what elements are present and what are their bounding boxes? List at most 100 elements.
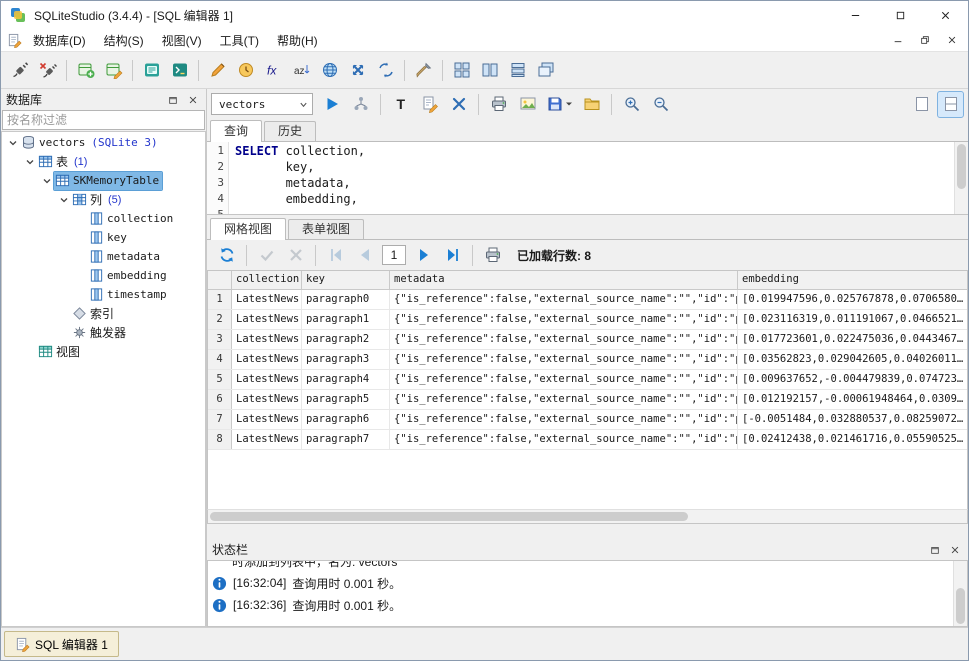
minimize-button[interactable] (833, 1, 878, 29)
tree-item-views-group[interactable]: 视图 (2, 342, 205, 361)
tree-item-column-timestamp[interactable]: timestamp (2, 285, 205, 304)
sql-editor[interactable]: 12345 SELECT collection, key, metadata, … (207, 142, 968, 215)
page-number-box[interactable]: 1 (382, 245, 406, 265)
grid-horizontal-scrollbar[interactable] (207, 509, 968, 524)
splitter-handle[interactable] (207, 524, 968, 539)
cell[interactable]: paragraph3 (302, 350, 390, 369)
export-results-button[interactable] (514, 91, 541, 118)
format-sql-button[interactable]: T (387, 91, 414, 118)
configuration-button[interactable] (410, 57, 437, 84)
child-restore-button[interactable] (912, 32, 937, 49)
row-number[interactable]: 2 (208, 310, 232, 329)
menu-view[interactable]: 视图(V) (153, 29, 211, 51)
scrollbar-thumb[interactable] (957, 144, 966, 189)
close-panel-button[interactable] (946, 542, 963, 557)
cell[interactable]: LatestNews (232, 410, 302, 429)
expander-icon[interactable] (6, 136, 20, 150)
disconnect-database-button[interactable] (34, 57, 61, 84)
edit-sql-button[interactable] (416, 91, 443, 118)
cell[interactable]: [0.03562823,0.029042605,0.04026011… (738, 350, 967, 369)
connect-database-button[interactable] (6, 57, 33, 84)
layout-split-button[interactable] (937, 91, 964, 118)
close-panel-button[interactable] (184, 92, 201, 107)
cell[interactable]: paragraph7 (302, 430, 390, 449)
cell[interactable]: LatestNews (232, 430, 302, 449)
tree-filter-input[interactable] (2, 110, 205, 130)
tree-item-columns-group[interactable]: 列(5) (2, 190, 205, 209)
cell[interactable]: {"is_reference":false,"external_source_n… (390, 350, 738, 369)
child-close-button[interactable] (939, 32, 964, 49)
edit-database-button[interactable] (100, 57, 127, 84)
row-number[interactable]: 5 (208, 370, 232, 389)
tree-item-indexes-group[interactable]: 索引 (2, 304, 205, 323)
row-number[interactable]: 4 (208, 350, 232, 369)
cell[interactable]: LatestNews (232, 350, 302, 369)
cell[interactable]: {"is_reference":false,"external_source_n… (390, 330, 738, 349)
cell[interactable]: {"is_reference":false,"external_source_n… (390, 310, 738, 329)
zoom-in-button[interactable] (618, 91, 645, 118)
child-minimize-button[interactable] (885, 32, 910, 49)
cell[interactable]: LatestNews (232, 330, 302, 349)
tree-item-tables-group[interactable]: 表(1) (2, 152, 205, 171)
scrollbar-thumb[interactable] (210, 512, 688, 521)
column-header-key[interactable]: key (302, 271, 390, 289)
import-button[interactable] (316, 57, 343, 84)
tile-horizontal-button[interactable] (504, 57, 531, 84)
float-panel-button[interactable] (926, 542, 943, 557)
zoom-out-button[interactable] (647, 91, 674, 118)
row-number[interactable]: 6 (208, 390, 232, 409)
cell[interactable]: [0.02412438,0.021461716,0.05590525… (738, 430, 967, 449)
save-sql-button[interactable] (543, 91, 576, 118)
cell[interactable]: [0.019947596,0.025767878,0.0706580… (738, 290, 967, 309)
cell[interactable]: [0.017723601,0.022475036,0.0443467… (738, 330, 967, 349)
add-database-button[interactable] (72, 57, 99, 84)
scrollbar-thumb[interactable] (956, 588, 965, 624)
expander-icon[interactable] (23, 155, 37, 169)
status-vertical-scrollbar[interactable] (953, 561, 967, 626)
tile-vertical-button[interactable] (476, 57, 503, 84)
prev-row-button[interactable] (351, 242, 378, 269)
tree-item-table-skmemorytable[interactable]: SKMemoryTable (2, 171, 205, 190)
menu-help[interactable]: 帮助(H) (268, 29, 327, 51)
clear-editor-button[interactable] (445, 91, 472, 118)
tab-query[interactable]: 查询 (210, 120, 262, 142)
cell[interactable]: paragraph0 (302, 290, 390, 309)
app-logo-icon[interactable] (10, 7, 26, 23)
open-sql-editor-button[interactable] (138, 57, 165, 84)
expander-icon[interactable] (57, 193, 71, 207)
menu-database[interactable]: 数据库(D) (24, 29, 95, 51)
database-combo[interactable]: vectors (211, 93, 313, 115)
cell[interactable]: [0.009637652,-0.004479839,0.074723… (738, 370, 967, 389)
cell[interactable]: LatestNews (232, 310, 302, 329)
print-button[interactable] (479, 242, 506, 269)
column-header-collection[interactable]: collection (232, 271, 302, 289)
menu-structure[interactable]: 结构(S) (95, 29, 153, 51)
sql-code[interactable]: SELECT collection, key, metadata, embedd… (229, 142, 968, 214)
function-editor-button[interactable]: fx (260, 57, 287, 84)
taskbar-tab-sql-editor-1[interactable]: SQL 编辑器 1 (4, 631, 119, 657)
cell[interactable]: paragraph6 (302, 410, 390, 429)
cell[interactable]: paragraph2 (302, 330, 390, 349)
column-header-embedding[interactable]: embedding (738, 271, 968, 289)
cell[interactable]: {"is_reference":false,"external_source_n… (390, 290, 738, 309)
first-row-button[interactable] (322, 242, 349, 269)
execute-query-button[interactable] (318, 91, 345, 118)
cell[interactable]: LatestNews (232, 370, 302, 389)
child-window-icon[interactable] (7, 33, 22, 48)
tree-item-column-metadata[interactable]: metadata (2, 247, 205, 266)
cell[interactable]: paragraph1 (302, 310, 390, 329)
row-number[interactable]: 7 (208, 410, 232, 429)
cell[interactable]: LatestNews (232, 290, 302, 309)
cell[interactable]: LatestNews (232, 390, 302, 409)
row-number[interactable]: 3 (208, 330, 232, 349)
refresh-button[interactable] (213, 242, 240, 269)
editor-vertical-scrollbar[interactable] (954, 142, 968, 214)
open-sql-file-button[interactable] (578, 91, 605, 118)
tile-windows-button[interactable] (448, 57, 475, 84)
explain-query-plan-button[interactable] (347, 91, 374, 118)
ddl-history-button[interactable] (232, 57, 259, 84)
edit-button[interactable] (204, 57, 231, 84)
expander-icon[interactable] (40, 174, 54, 188)
next-row-button[interactable] (410, 242, 437, 269)
float-panel-button[interactable] (164, 92, 181, 107)
